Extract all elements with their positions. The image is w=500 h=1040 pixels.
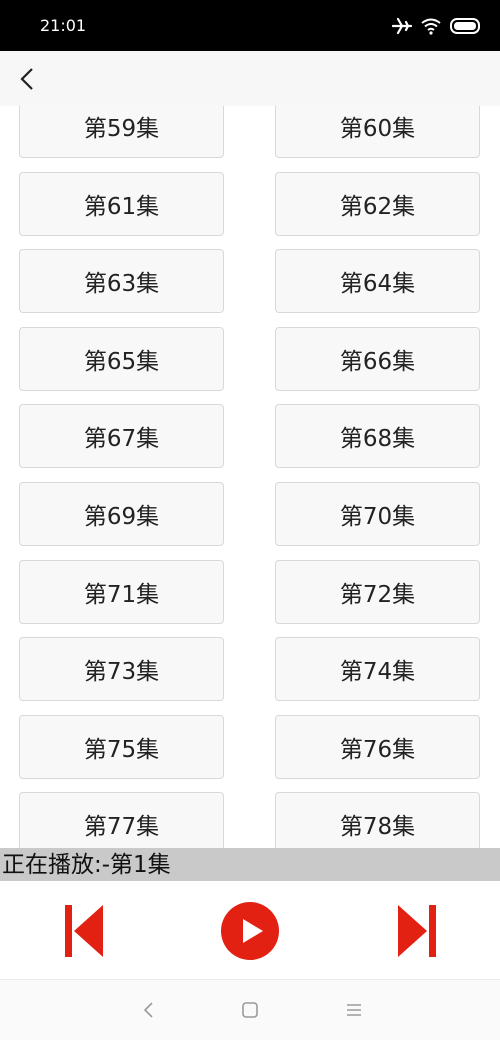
status-icons — [392, 14, 482, 38]
episode-button[interactable]: 第72集 — [275, 560, 480, 624]
episode-button[interactable]: 第66集 — [275, 327, 480, 391]
nav-home-button[interactable] — [238, 998, 262, 1022]
episode-button[interactable]: 第65集 — [19, 327, 224, 391]
status-time: 21:01 — [40, 16, 87, 35]
app-header — [0, 51, 500, 106]
episode-button[interactable]: 第75集 — [19, 715, 224, 779]
episode-button[interactable]: 第61集 — [19, 172, 224, 236]
wifi-icon — [421, 18, 441, 35]
nav-back-icon — [143, 1002, 153, 1018]
episode-button[interactable]: 第77集 — [19, 792, 224, 848]
back-button[interactable] — [14, 64, 42, 94]
chevron-left-icon — [20, 68, 33, 90]
episode-button[interactable]: 第78集 — [275, 792, 480, 848]
player-controls — [0, 881, 500, 980]
episode-button[interactable]: 第74集 — [275, 637, 480, 701]
episode-button[interactable]: 第68集 — [275, 404, 480, 468]
episode-button[interactable]: 第59集 — [19, 106, 224, 158]
now-playing-bar: 正在播放:-第1集 — [0, 848, 500, 881]
previous-button[interactable] — [63, 903, 105, 959]
battery-icon — [450, 18, 480, 34]
episode-button[interactable]: 第63集 — [19, 249, 224, 313]
episode-list[interactable]: 第59集 第60集 第61集 第62集 第63集 第64集 第65集 第66集 第67集 第68集… — [0, 106, 500, 848]
airplane-icon — [392, 17, 412, 35]
nav-home-icon — [242, 1002, 258, 1018]
skip-previous-icon — [65, 905, 103, 957]
play-button[interactable] — [221, 902, 279, 960]
episode-button[interactable]: 第67集 — [19, 404, 224, 468]
episode-button[interactable]: 第76集 — [275, 715, 480, 779]
now-playing-text: 正在播放:-第1集 — [2, 852, 171, 878]
episode-button[interactable]: 第70集 — [275, 482, 480, 546]
episode-button[interactable]: 第71集 — [19, 560, 224, 624]
episode-button[interactable]: 第60集 — [275, 106, 480, 158]
status-bar: 21:01 — [0, 0, 500, 51]
episode-button[interactable]: 第62集 — [275, 172, 480, 236]
episode-button[interactable]: 第69集 — [19, 482, 224, 546]
nav-back-button[interactable] — [137, 998, 161, 1022]
nav-menu-icon — [347, 1004, 361, 1016]
system-nav-bar — [0, 980, 500, 1040]
nav-menu-button[interactable] — [342, 998, 366, 1022]
skip-next-icon — [398, 905, 436, 957]
next-button[interactable] — [396, 903, 438, 959]
episode-button[interactable]: 第64集 — [275, 249, 480, 313]
episode-button[interactable]: 第73集 — [19, 637, 224, 701]
play-icon — [221, 902, 279, 960]
